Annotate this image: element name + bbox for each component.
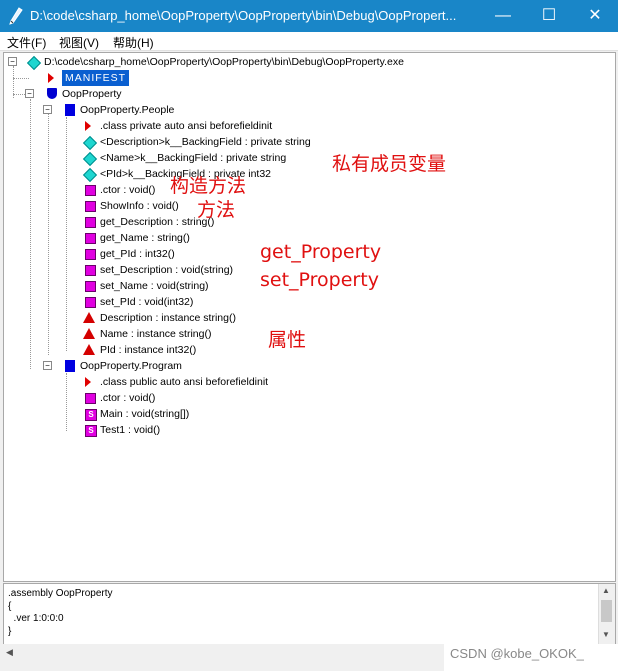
scroll-left-icon[interactable]: ◀ bbox=[6, 647, 13, 658]
ildasm-app-icon bbox=[9, 7, 23, 25]
annotation-constructor: 构造方法 bbox=[170, 175, 247, 197]
minimize-icon: — bbox=[495, 7, 511, 24]
assembly-info-text: .assembly OopProperty { .ver 1:0:0:0 } bbox=[8, 588, 113, 637]
minimize-button[interactable]: — bbox=[480, 0, 526, 32]
tree-node-label: OopProperty bbox=[62, 88, 122, 100]
tree-node-label: Main : void(string[]) bbox=[100, 408, 190, 420]
collapse-icon[interactable]: − bbox=[8, 57, 17, 66]
menu-view[interactable]: 视图(V) bbox=[59, 34, 99, 51]
cyan-diamond-icon bbox=[82, 167, 98, 183]
red-triangle-icon bbox=[85, 121, 91, 131]
horizontal-scrollbar[interactable]: ◀ bbox=[3, 644, 444, 661]
tree-node-class-people[interactable]: − OopProperty.People bbox=[8, 102, 258, 118]
annotation-private-fields: 私有成员变量 bbox=[332, 153, 447, 175]
vertical-scrollbar[interactable]: ▲ ▼ bbox=[598, 584, 615, 644]
magenta-square-icon bbox=[85, 297, 96, 308]
assembly-info-panel[interactable]: .assembly OopProperty { .ver 1:0:0:0 } ▲… bbox=[3, 583, 616, 645]
close-icon: ✕ bbox=[588, 7, 602, 24]
tree-node-member[interactable]: PId : instance int32() bbox=[8, 342, 408, 358]
tree-node-member[interactable]: S Test1 : void() bbox=[8, 422, 408, 438]
tree-node-member[interactable]: .class private auto ansi beforefieldinit bbox=[8, 118, 408, 134]
maximize-button[interactable]: ☐ bbox=[526, 0, 572, 32]
close-button[interactable]: ✕ bbox=[572, 0, 618, 32]
blue-class-icon bbox=[65, 104, 75, 116]
tree-node-class-program[interactable]: − OopProperty.Program bbox=[8, 358, 258, 374]
annotation-properties: 属性 bbox=[268, 329, 307, 351]
tree-node-member[interactable]: .ctor : void() bbox=[8, 390, 408, 406]
static-method-icon: S bbox=[85, 409, 97, 421]
scroll-up-icon[interactable]: ▲ bbox=[602, 586, 610, 595]
cyan-diamond-icon bbox=[82, 151, 98, 167]
scrollbar-thumb[interactable] bbox=[601, 600, 612, 622]
magenta-square-icon bbox=[85, 249, 96, 260]
tree-node-label: set_PId : void(int32) bbox=[100, 296, 194, 308]
magenta-square-icon bbox=[85, 217, 96, 228]
tree-node-label: OopProperty.People bbox=[80, 104, 175, 116]
annotation-methods: 方法 bbox=[197, 199, 236, 221]
red-triangle-icon bbox=[48, 73, 54, 83]
red-up-triangle-icon bbox=[83, 328, 95, 339]
magenta-square-icon bbox=[85, 281, 96, 292]
red-up-triangle-icon bbox=[83, 344, 95, 355]
collapse-icon[interactable]: − bbox=[43, 105, 52, 114]
tree-node-label: .class public auto ansi beforefieldinit bbox=[100, 376, 269, 388]
tree-node-label: get_PId : int32() bbox=[100, 248, 175, 260]
tree-node-namespace[interactable]: − OopProperty bbox=[8, 86, 208, 102]
tree-node-member[interactable]: .class public auto ansi beforefieldinit bbox=[8, 374, 408, 390]
tree-node-label: PId : instance int32() bbox=[100, 344, 197, 356]
menu-file[interactable]: 文件(F) bbox=[7, 34, 46, 51]
tree-view[interactable]: − D:\code\csharp_home\OopProperty\OopPro… bbox=[3, 52, 616, 582]
tree-node-label: set_Description : void(string) bbox=[100, 264, 234, 276]
tree-node-manifest[interactable]: MANIFEST bbox=[8, 70, 208, 86]
collapse-icon[interactable]: − bbox=[25, 89, 34, 98]
tree-node-member[interactable]: <Description>k__BackingField : private s… bbox=[8, 134, 408, 151]
red-up-triangle-icon bbox=[83, 312, 95, 323]
tree-node-member[interactable]: set_PId : void(int32) bbox=[8, 294, 408, 310]
menu-help[interactable]: 帮助(H) bbox=[113, 34, 154, 51]
annotation-set-property: set_Property bbox=[260, 269, 379, 291]
tree-node-label: ShowInfo : void() bbox=[100, 200, 179, 212]
tree-node-label: OopProperty.Program bbox=[80, 360, 182, 372]
tree-node-label: .ctor : void() bbox=[100, 392, 156, 404]
red-triangle-icon bbox=[85, 377, 91, 387]
magenta-square-icon bbox=[85, 393, 96, 404]
scroll-down-icon[interactable]: ▼ bbox=[602, 630, 610, 639]
annotation-get-property: get_Property bbox=[260, 241, 382, 263]
tree-node-label: .class private auto ansi beforefieldinit bbox=[100, 120, 273, 132]
menu-bar: 文件(F) 视图(V) 帮助(H) bbox=[0, 32, 618, 51]
tree-node-label: set_Name : void(string) bbox=[100, 280, 209, 292]
tree-node-label: Name : instance string() bbox=[100, 328, 212, 340]
tree-node-label: <Name>k__BackingField : private string bbox=[100, 152, 287, 164]
magenta-square-icon bbox=[85, 185, 96, 196]
tree-node-label: Test1 : void() bbox=[100, 424, 161, 436]
tree-node-label: D:\code\csharp_home\OopProperty\OopPrope… bbox=[44, 56, 404, 68]
tree-node-label: Description : instance string() bbox=[100, 312, 236, 324]
window-title: D:\code\csharp_home\OopProperty\OopPrope… bbox=[30, 8, 457, 23]
tree-node-label: MANIFEST bbox=[62, 70, 130, 86]
magenta-square-icon bbox=[85, 201, 96, 212]
tree-node-member[interactable]: Description : instance string() bbox=[8, 310, 408, 326]
tree-node-root[interactable]: − D:\code\csharp_home\OopProperty\OopPro… bbox=[8, 54, 608, 71]
tree-node-member[interactable]: Name : instance string() bbox=[8, 326, 408, 342]
static-method-icon: S bbox=[85, 425, 97, 437]
cyan-diamond-icon bbox=[82, 135, 98, 151]
blue-shield-icon bbox=[47, 88, 57, 99]
magenta-square-icon bbox=[85, 265, 96, 276]
tree-node-member[interactable]: S Main : void(string[]) bbox=[8, 406, 408, 422]
cyan-diamond-icon bbox=[26, 55, 42, 71]
collapse-icon[interactable]: − bbox=[43, 361, 52, 370]
watermark: CSDN @kobe_OKOK_ bbox=[450, 646, 584, 661]
title-bar: D:\code\csharp_home\OopProperty\OopPrope… bbox=[0, 0, 618, 32]
tree-node-label: <Description>k__BackingField : private s… bbox=[100, 136, 311, 148]
magenta-square-icon bbox=[85, 233, 96, 244]
maximize-icon: ☐ bbox=[541, 7, 557, 24]
blue-class-icon bbox=[65, 360, 75, 372]
tree-node-label: .ctor : void() bbox=[100, 184, 156, 196]
tree-node-label: get_Name : string() bbox=[100, 232, 190, 244]
